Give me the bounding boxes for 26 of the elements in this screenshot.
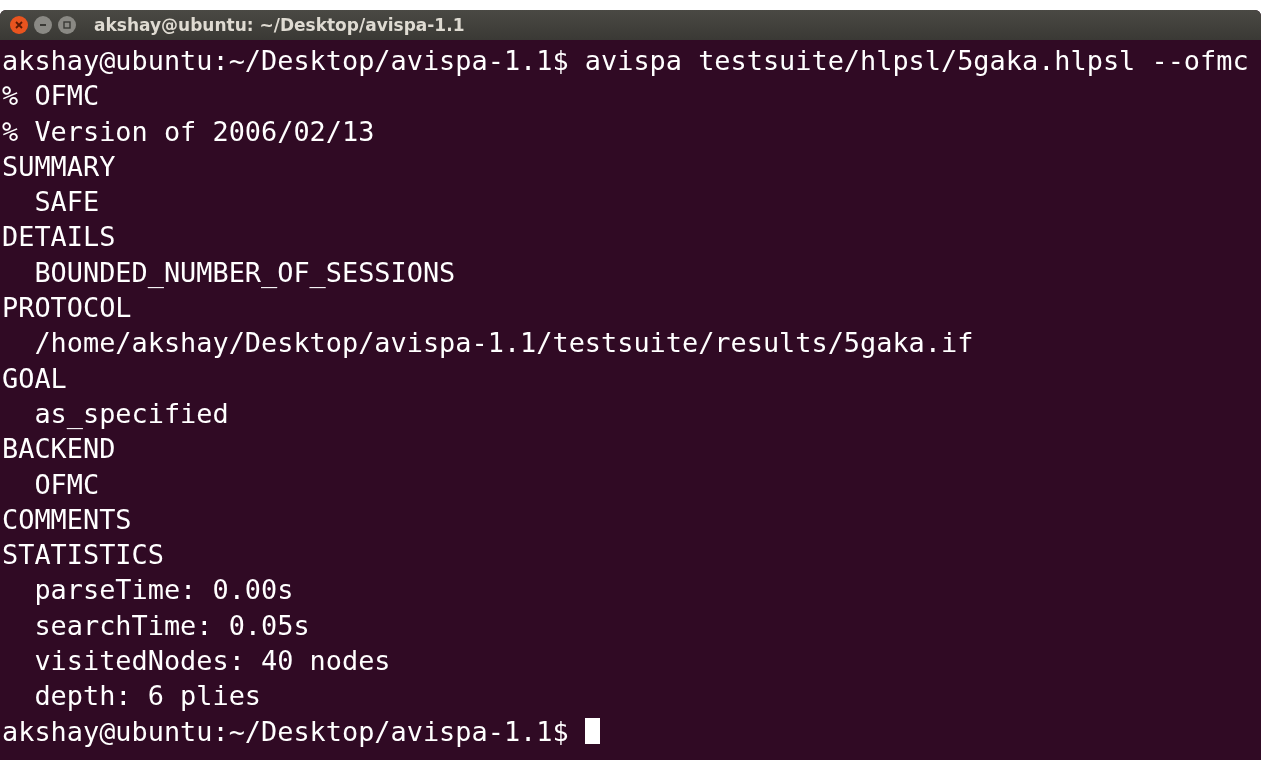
minimize-button[interactable] — [34, 16, 52, 34]
terminal-line: BACKEND — [2, 432, 116, 467]
terminal-line: DETAILS — [2, 220, 116, 255]
terminal-line: % OFMC — [2, 79, 100, 114]
terminal-line: akshay@ubuntu:~/Desktop/avispa-1.1$ — [2, 714, 570, 749]
maximize-button[interactable] — [58, 16, 76, 34]
terminal-line: depth: 6 plies — [33, 679, 262, 714]
terminal-line: PROTOCOL — [2, 291, 132, 326]
terminal-line: SAFE — [33, 185, 100, 220]
terminal-line: OFMC — [33, 467, 100, 502]
terminal-line: parseTime: 0.00s — [33, 573, 294, 608]
close-button[interactable] — [10, 16, 28, 34]
terminal-line: as_specified — [33, 396, 229, 431]
terminal-line: % Version of 2006/02/13 — [2, 114, 375, 149]
terminal-line: GOAL — [2, 361, 67, 396]
window-title: akshay@ubuntu: ~/Desktop/avispa-1.1 — [94, 15, 465, 35]
terminal-line: SUMMARY — [2, 149, 116, 184]
close-icon — [14, 20, 24, 30]
terminal-line: /home/akshay/Desktop/avispa-1.1/testsuite/results/5gaka.if — [33, 326, 974, 361]
terminal-line: COMMENTS — [2, 502, 132, 537]
terminal-line: visitedNodes: 40 nodes — [33, 644, 391, 679]
terminal-line: akshay@ubuntu:~/Desktop/avispa-1.1$ avispa testsuite/hlpsl/5gaka.hlpsl --ofmc — [2, 44, 1249, 78]
terminal-line: BOUNDED_NUMBER_OF_SESSIONS — [33, 255, 456, 290]
terminal-line: searchTime: 0.05s — [33, 608, 310, 643]
maximize-icon — [62, 20, 72, 30]
terminal-line: STATISTICS — [2, 538, 164, 573]
